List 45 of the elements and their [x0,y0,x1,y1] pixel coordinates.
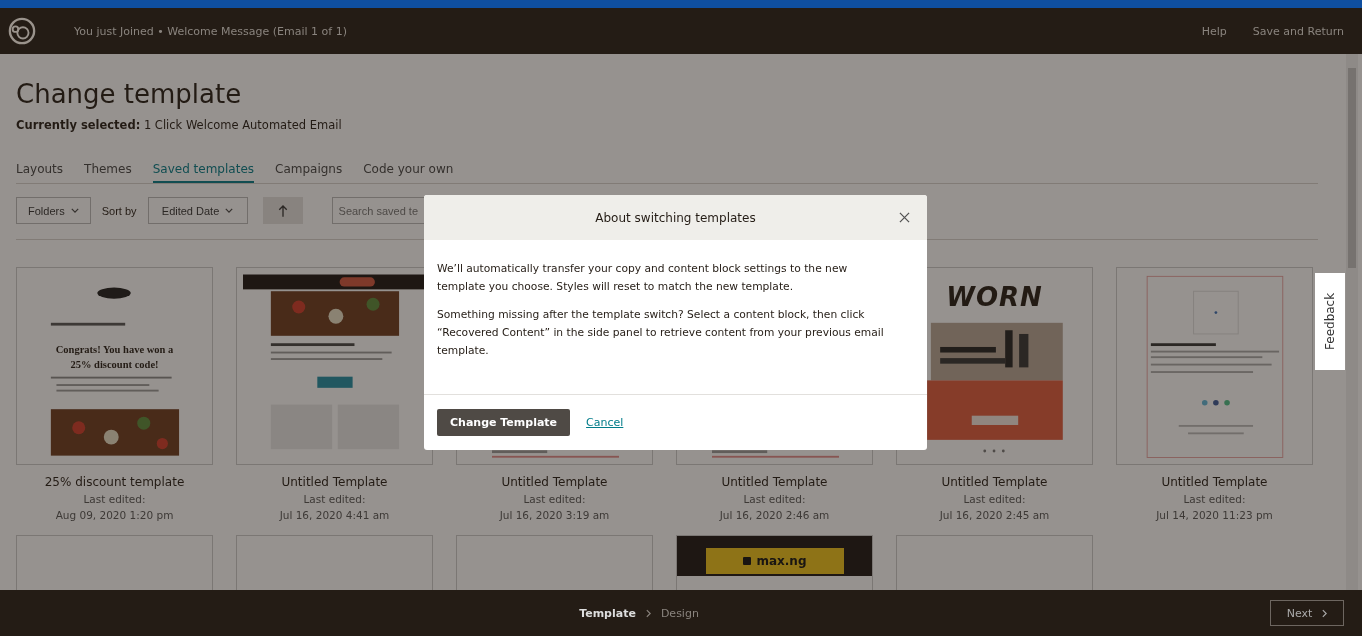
change-template-button[interactable]: Change Template [437,409,571,436]
dialog-title: About switching templates [595,210,756,225]
last-edited-date: Jul 14, 2020 11:23 pm [1156,509,1273,521]
header-link[interactable]: Help [1201,24,1227,38]
sort-label: Sort by [101,204,137,217]
thumbnail-headline: Congrats! You have won a 25% discount code! [54,343,175,372]
next-button[interactable]: Next [1270,600,1344,626]
thumbnail-headline: WORN [945,282,1044,312]
template-name: Untitled Template [1161,475,1268,489]
tab[interactable]: Campaigns [275,162,343,183]
last-edited-label: Last edited: [743,493,806,505]
last-edited-date: Jul 16, 2020 3:19 am [499,509,610,521]
tab[interactable]: Saved templates [152,162,254,183]
brand-name: max.ng [756,554,807,568]
last-edited-date: Aug 09, 2020 1:20 pm [55,509,174,521]
wizard-step[interactable]: Template [579,606,636,620]
folders-dropdown[interactable]: Folders [16,197,91,224]
template-name: Untitled Template [501,475,608,489]
email-title: You just Joined • Welcome Message (Email 1 of 1) [74,24,347,38]
dialog-text: We’ll automatically transfer your copy and content block settings to the new template you choose. Styles will reset to match the new template. [437,261,849,295]
cancel-link[interactable]: Cancel [586,416,624,429]
last-edited-label: Last edited: [303,493,366,505]
last-edited-label: Last edited: [1183,493,1246,505]
header-link[interactable]: Save and Return [1252,24,1344,38]
wizard-step[interactable]: Design [660,606,699,620]
dialog-text: Something missing after the template switch? Select a content block, then click “Recovered Content” in the side panel to retrieve content from your previous email template. [437,307,885,359]
tab[interactable]: Code your own [363,162,454,183]
last-edited-date: Jul 16, 2020 2:45 am [939,509,1050,521]
last-edited-label: Last edited: [83,493,146,505]
template-name: Untitled Template [281,475,388,489]
last-edited-date: Jul 16, 2020 4:41 am [279,509,390,521]
template-thumbnail[interactable]: Congrats! You have won a 25% discount code! [16,267,213,465]
template-name: Untitled Template [941,475,1048,489]
last-edited-date: Jul 16, 2020 2:46 am [719,509,830,521]
template-thumbnail[interactable]: max.ng [676,535,873,590]
last-edited-label: Last edited: [523,493,586,505]
tab[interactable]: Layouts [16,162,64,183]
page-title: Change template [16,78,243,110]
tab[interactable]: Themes [84,162,132,183]
currently-selected-text: Currently selected: 1 Click Welcome Automated Email [16,118,343,132]
last-edited-label: Last edited: [963,493,1026,505]
sort-dropdown[interactable]: Edited Date [147,197,248,224]
feedback-tab[interactable]: Feedback [1315,273,1345,370]
template-name: 25% discount template [44,475,185,489]
template-name: Untitled Template [721,475,828,489]
